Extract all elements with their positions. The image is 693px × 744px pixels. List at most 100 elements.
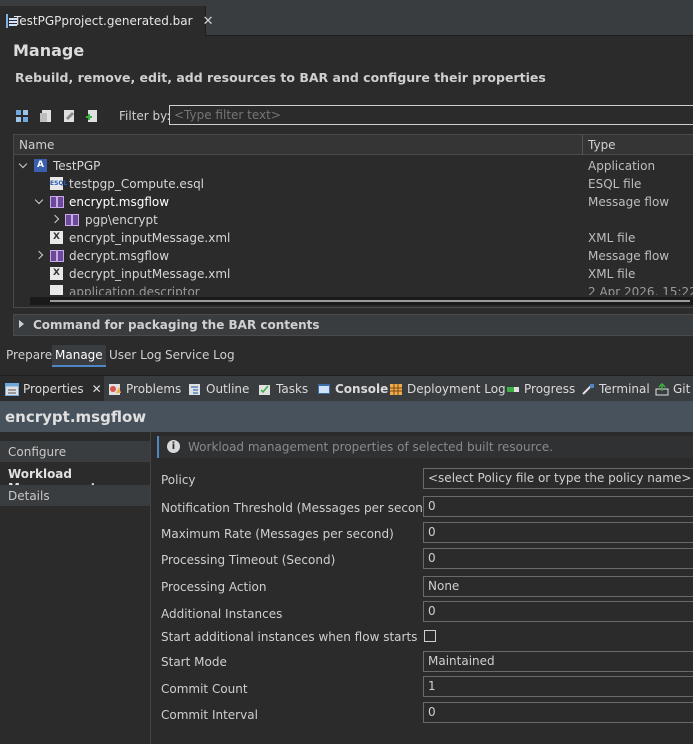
table-row[interactable]: encrypt.msgflow Message flow [14,193,693,211]
view-tab-label: Deployment Log [407,382,506,396]
view-tab-properties[interactable]: Properties ✕ [5,382,102,396]
policy-label: Policy [161,473,196,487]
command-section[interactable]: Command for packaging the BAR contents [13,314,693,336]
view-tab-label: Terminal [599,382,650,396]
page-subtitle: Rebuild, remove, edit, add resources to … [15,70,546,85]
console-icon [318,383,330,394]
table-row[interactable]: application.descriptor 2 Apr 2026, 15:22… [14,283,693,295]
properties-icon [5,382,19,396]
processing-timeout-field[interactable]: 0 [423,548,693,569]
start-mode-select[interactable]: Maintained [423,651,693,672]
git-icon [655,382,669,395]
outline-icon [189,383,200,395]
additional-instances-label: Additional Instances [161,607,283,621]
edit-icon[interactable] [62,109,77,123]
bar-file-icon [6,14,17,28]
nav-item-configure[interactable]: Configure [0,441,150,463]
add-resource-icon[interactable] [85,109,100,123]
view-tab-console[interactable]: Console [317,382,388,396]
row-type: XML file [588,267,636,281]
editor-tab-bar-file[interactable]: TestPGPproject.generated.bar ✕ [0,6,213,36]
properties-nav: Configure Workload Management Details [0,440,150,744]
expand-icon[interactable] [36,250,46,260]
message-flow-icon [50,249,65,262]
commit-interval-field[interactable]: 0 [423,702,693,723]
commit-interval-label: Commit Interval [161,708,258,722]
expand-icon[interactable] [19,320,24,328]
resource-tree-table[interactable]: Name Type A TestPGP Application ESQL tes… [13,134,693,308]
view-tab-terminal[interactable]: Terminal [581,382,650,396]
expand-icon[interactable] [52,214,62,224]
remove-icon[interactable] [39,109,54,123]
nav-item-details[interactable]: Details [0,485,150,507]
nav-item-workload-management[interactable]: Workload Management [0,463,150,495]
additional-instances-field[interactable]: 0 [423,601,693,622]
table-row[interactable]: pgp\encrypt [14,211,693,229]
view-tab-git[interactable]: Git [655,382,690,396]
table-header: Name Type [14,135,693,155]
notification-threshold-field[interactable]: 0 [423,496,693,517]
view-tab-label: Outline [206,382,250,396]
close-icon[interactable]: ✕ [92,382,102,396]
policy-field[interactable]: <select Policy file or type the policy n… [423,468,693,489]
scrollbar-thumb[interactable] [50,300,690,302]
filter-input[interactable] [169,105,693,125]
start-additional-label: Start additional instances when flow sta… [161,630,418,644]
view-tab-deployment-log[interactable]: Deployment Log [389,382,506,396]
processing-action-select[interactable]: None [423,576,693,597]
tab-manage[interactable]: Manage [52,345,106,367]
table-row[interactable]: A TestPGP Application [14,157,693,175]
view-tab-label: Progress [524,382,576,396]
table-row[interactable]: decrypt.msgflow Message flow [14,247,693,265]
row-name: encrypt.msgflow [69,195,170,209]
xml-file-icon: X [50,267,63,280]
message-flow-icon [65,213,80,226]
view-tab-bar: Properties ✕ Problems Outline Tasks Cons… [0,375,693,402]
maximum-rate-label: Maximum Rate (Messages per second) [161,527,394,541]
row-name: decrypt.msgflow [69,249,170,263]
editor-tab-bar: TestPGPproject.generated.bar ✕ [0,0,693,36]
view-tab-problems[interactable]: Problems [108,382,181,396]
tab-user-log[interactable]: User Log [106,345,165,367]
tab-prepare[interactable]: Prepare [3,345,55,367]
processing-action-label: Processing Action [161,580,267,594]
filter-label: Filter by: [119,109,171,123]
collapse-icon[interactable] [19,160,29,170]
row-name: testpgp_Compute.esql [69,177,205,191]
collapse-icon[interactable] [35,196,45,206]
commit-count-label: Commit Count [161,682,248,696]
tab-service-log[interactable]: Service Log [162,345,238,367]
info-icon: i [167,440,180,453]
esql-file-icon: ESQL [50,177,67,190]
editor-tab-title: TestPGPproject.generated.bar [14,14,193,28]
row-name: TestPGP [53,159,101,173]
column-header-name[interactable]: Name [19,138,54,152]
table-row[interactable]: ESQL testpgp_Compute.esql ESQL file [14,175,693,193]
table-row[interactable]: X decrypt_inputMessage.xml XML file [14,265,693,283]
workload-management-panel: i Workload management properties of sele… [150,432,693,744]
row-name: decrypt_inputMessage.xml [69,267,231,281]
document-icon [50,285,63,295]
close-icon[interactable]: ✕ [203,14,214,29]
tasks-icon [259,384,270,395]
rebuild-icon[interactable] [15,109,30,123]
view-tab-progress[interactable]: Progress [506,382,575,396]
view-tab-tasks[interactable]: Tasks [258,382,308,396]
start-additional-checkbox[interactable] [424,630,436,642]
row-type: Application [588,159,656,173]
column-header-type[interactable]: Type [588,138,616,152]
horizontal-scrollbar[interactable] [30,297,693,305]
row-name: encrypt_inputMessage.xml [69,231,231,245]
row-name: pgp\encrypt [85,213,158,227]
info-banner: i Workload management properties of sele… [157,436,693,458]
commit-count-field[interactable]: 1 [423,676,693,697]
maximum-rate-field[interactable]: 0 [423,522,693,543]
row-name: application.descriptor [69,285,200,295]
view-tab-outline[interactable]: Outline [188,382,249,396]
properties-title: encrypt.msgflow [5,408,147,426]
table-row[interactable]: X encrypt_inputMessage.xml XML file [14,229,693,247]
view-tab-label: Properties [23,382,84,396]
message-flow-icon [50,195,65,208]
column-divider[interactable] [582,135,583,155]
notification-threshold-label: Notification Threshold (Messages per sec… [161,501,436,515]
